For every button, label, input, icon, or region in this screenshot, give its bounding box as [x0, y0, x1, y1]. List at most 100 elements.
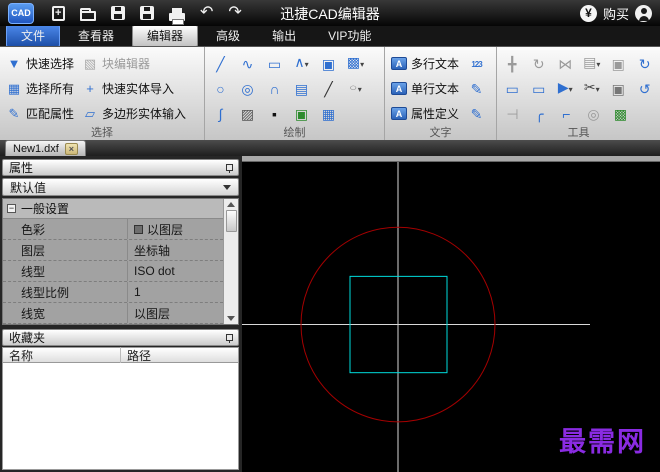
property-row-图层[interactable]: 图层 坐标轴 [3, 240, 223, 261]
undo-icon[interactable]: ↶ [200, 4, 213, 22]
save-as-pdf-icon[interactable] [140, 6, 154, 20]
move-tool-icon[interactable]: ╋ [499, 55, 526, 73]
ribbon-group-label: 文字 [429, 127, 452, 139]
image-insert-icon[interactable]: ▣ [288, 105, 315, 123]
polygon-icon: ▱ [85, 105, 96, 121]
property-value[interactable]: 坐标轴 [128, 240, 223, 260]
line-tool-icon[interactable]: ╱ [207, 55, 234, 73]
pin-icon[interactable] [225, 333, 233, 343]
chevron-down-icon [223, 184, 231, 190]
account-icon[interactable] [635, 4, 652, 22]
property-value[interactable]: ISO dot [128, 261, 223, 281]
preset-dropdown[interactable]: 默认值 [2, 178, 239, 196]
property-value[interactable]: 以图层 [128, 303, 223, 323]
drawing-canvas[interactable]: 最需网 [242, 156, 660, 472]
new-rect2-icon[interactable]: ▭ [526, 80, 553, 98]
property-row-线宽[interactable]: 线宽 以图层 [3, 303, 223, 324]
fillet-tool-icon[interactable]: ╭ [526, 105, 553, 123]
polygon-entity-input-button[interactable]: ▱ 多边形实体输入 [78, 101, 190, 126]
array-tool-icon[interactable]: ▤▾ [579, 53, 606, 74]
block-tool-icon[interactable]: ▩▾ [342, 53, 369, 74]
titlebar-right: ¥ 购买 [579, 4, 652, 23]
copy-tool-icon[interactable]: ▣ [605, 55, 632, 73]
new-file-icon[interactable] [52, 5, 65, 21]
favorites-path-column[interactable]: 路径 [121, 347, 151, 364]
tab-close-icon[interactable]: × [64, 142, 78, 155]
text-edit-icon[interactable]: ✎ [463, 80, 490, 98]
freehand-spline-icon[interactable]: ∫ [207, 105, 234, 123]
chamfer-tool-icon[interactable]: ⌐ [553, 105, 580, 123]
attribute-edit-icon[interactable]: ✎ [463, 105, 490, 123]
collapse-icon[interactable]: − [7, 204, 16, 213]
menu-item-输出[interactable]: 输出 [258, 26, 310, 46]
group-circles-icon[interactable]: ◎ [580, 105, 607, 123]
trim-scissors-icon[interactable]: ✂▾ [579, 78, 606, 99]
circle-tool-icon[interactable]: ○ [207, 80, 234, 98]
document-tabbar: New1.dxf × [0, 140, 660, 156]
property-value[interactable]: 1 [128, 282, 223, 302]
scroll-down-icon[interactable] [227, 316, 235, 321]
scroll-up-icon[interactable] [227, 202, 235, 207]
favorites-list[interactable] [2, 363, 239, 470]
app-logo-icon[interactable]: CAD [8, 2, 34, 24]
menu-item-VIP功能[interactable]: VIP功能 [314, 26, 385, 46]
property-row-色彩[interactable]: 色彩 以图层 [3, 219, 223, 240]
donut-tool-icon[interactable]: ◎ [234, 80, 261, 98]
multiline-text-button[interactable]: A 多行文本 [387, 51, 463, 76]
point-tool-icon[interactable]: ▪ [261, 105, 288, 123]
select-all-button[interactable]: ▦ 选择所有 [2, 76, 78, 101]
properties-title: 属性 [9, 161, 34, 175]
rectangle-tool-icon[interactable]: ▭ [261, 55, 288, 73]
menu-item-文件[interactable]: 文件 [6, 25, 61, 47]
polyline-tool-icon[interactable]: ∧▾ [288, 53, 315, 74]
property-row-线型比例[interactable]: 线型比例 1 [3, 282, 223, 303]
revcloud-tool-icon[interactable]: ▤ [288, 80, 315, 98]
document-tab[interactable]: New1.dxf × [5, 140, 86, 156]
watermark-text: 最需网 [559, 427, 646, 457]
open-file-icon[interactable] [80, 7, 96, 21]
wblock-tool-icon[interactable]: ▣ [315, 55, 342, 73]
ribbon-group-工具: ╋ ↻ ⋈ ▤▾ ▣ ↻ ▭ ▭ ▶▾ ✂▾ ▣ ↺ ⊣ ╭ ⌐ ◎ ▩ 工具 [497, 47, 660, 140]
pen-tool-icon[interactable]: ╱ [315, 80, 342, 98]
menu-item-高级[interactable]: 高级 [202, 26, 254, 46]
copy-stack-icon[interactable]: ▣ [605, 80, 632, 98]
singleline-text-button[interactable]: A 单行文本 [387, 76, 463, 101]
quick-select-button[interactable]: ▼ 快速选择 [2, 51, 78, 76]
arc-tool-icon[interactable]: ∩ [261, 80, 288, 98]
touch-select-icon[interactable]: ▶▾ [552, 78, 579, 99]
undo-view-icon[interactable]: ↺ [632, 80, 659, 98]
block-editor-button[interactable]: ▧ 块编辑器 [78, 51, 190, 76]
rotate-copy-icon[interactable]: ↻ [632, 55, 659, 73]
text-numbering-icon[interactable]: 123 [463, 53, 490, 74]
hatch-tool-icon[interactable]: ▨ [234, 105, 261, 123]
new-rect-icon[interactable]: ▭ [499, 80, 526, 98]
attribute-define-button[interactable]: A 属性定义 [387, 101, 463, 126]
buy-button[interactable]: 购买 [603, 4, 629, 23]
rotate-tool-icon[interactable]: ↻ [526, 55, 553, 73]
ellipse-tool-icon[interactable]: ○▾ [342, 78, 369, 99]
print-icon[interactable] [169, 7, 185, 25]
offset-tool-icon[interactable]: ⊣ [499, 105, 526, 123]
property-row-线型[interactable]: 线型 ISO dot [3, 261, 223, 282]
table-insert-icon[interactable]: ▦ [315, 105, 342, 123]
funnel-icon: ▼ [7, 55, 21, 71]
yen-coin-icon[interactable]: ¥ [579, 4, 597, 22]
pin-icon[interactable] [225, 163, 233, 173]
ribbon-group-label: 选择 [91, 127, 113, 139]
property-grid-scrollbar[interactable] [223, 199, 238, 324]
menu-item-编辑器[interactable]: 编辑器 [132, 25, 199, 47]
spline-tool-icon[interactable]: ∿ [234, 55, 261, 73]
block-editor-button-label: 块编辑器 [102, 57, 151, 71]
tab-label: New1.dxf [13, 142, 59, 155]
export-block-icon[interactable]: ▩ [607, 105, 634, 123]
scrollbar-thumb[interactable] [225, 210, 237, 232]
redo-icon[interactable]: ↷ [228, 4, 241, 22]
save-icon[interactable] [111, 6, 125, 20]
property-section-header[interactable]: − 一般设置 [3, 199, 223, 219]
mirror-tool-icon[interactable]: ⋈ [552, 55, 579, 73]
menu-item-查看器[interactable]: 查看器 [64, 26, 128, 46]
favorites-name-column[interactable]: 名称 [3, 346, 121, 364]
property-value[interactable]: 以图层 [128, 219, 223, 239]
quick-entity-import-button[interactable]: + 快速实体导入 [78, 76, 190, 101]
match-properties-button[interactable]: ✎ 匹配属性 [2, 101, 78, 126]
